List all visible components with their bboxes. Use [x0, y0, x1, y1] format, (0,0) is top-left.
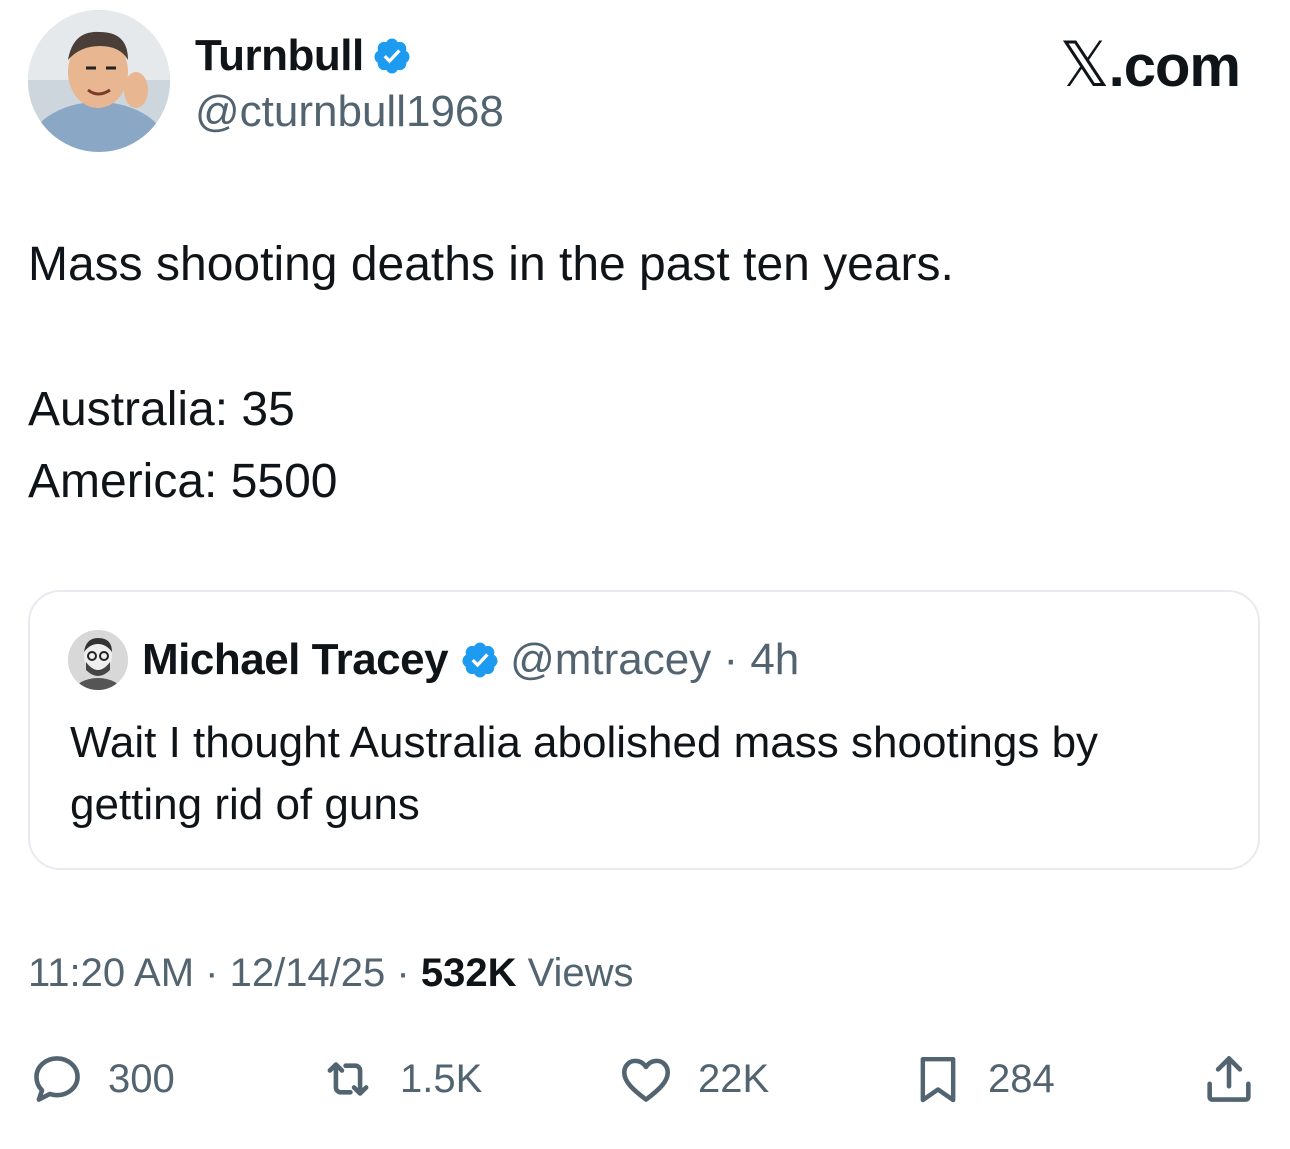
timestamp-time[interactable]: 11:20 AM · 12/14/25 · — [28, 951, 421, 995]
views-count: 532K — [420, 951, 517, 995]
quote-author-avatar[interactable] — [68, 630, 128, 690]
reply-icon — [34, 1056, 80, 1102]
repost-count: 1.5K — [400, 1056, 483, 1101]
reply-count: 300 — [108, 1056, 175, 1101]
views-label: Views — [516, 951, 634, 995]
author-avatar[interactable] — [28, 10, 170, 152]
author-handle[interactable]: @cturnbull1968 — [195, 86, 504, 138]
x-com-logo: 𝕏.com — [1059, 28, 1241, 101]
quote-author-name[interactable]: Michael Tracey — [142, 634, 449, 686]
reply-button[interactable]: 300 — [28, 1044, 175, 1114]
quote-handle-time[interactable]: @mtracey · 4h — [510, 634, 799, 686]
tweet-body: Mass shooting deaths in the past ten yea… — [28, 235, 1258, 512]
tweet-text-line: Mass shooting deaths in the past ten yea… — [28, 238, 954, 291]
like-count: 22K — [698, 1056, 770, 1101]
verified-badge-icon — [374, 38, 410, 74]
verified-badge-icon — [462, 642, 498, 678]
quoted-tweet-card[interactable]: Michael Tracey @mtracey · 4h Wait I thou… — [28, 590, 1260, 870]
share-icon — [1207, 1056, 1251, 1102]
tweet-text-line: America: 5500 — [28, 455, 338, 508]
tweet-action-bar: 300 1.5K 22K 284 — [28, 1044, 1262, 1114]
tweet-timestamp: 11:20 AM · 12/14/25 · 532K Views — [28, 947, 634, 999]
quote-text: Wait I thought Australia abolished mass … — [70, 718, 1099, 829]
tweet-text-line: Australia: 35 — [28, 383, 295, 436]
author-name[interactable]: Turnbull — [195, 30, 364, 82]
like-button[interactable]: 22K — [616, 1044, 769, 1114]
tweet-header: Turnbull @cturnbull1968 𝕏.com — [28, 10, 1262, 155]
repost-button[interactable]: 1.5K — [318, 1044, 482, 1114]
heart-icon — [621, 1058, 671, 1102]
share-button[interactable] — [1200, 1044, 1258, 1114]
repost-icon — [327, 1062, 369, 1096]
bookmark-count: 284 — [988, 1056, 1055, 1101]
bookmark-icon — [920, 1056, 956, 1103]
bookmark-button[interactable]: 284 — [910, 1044, 1055, 1114]
